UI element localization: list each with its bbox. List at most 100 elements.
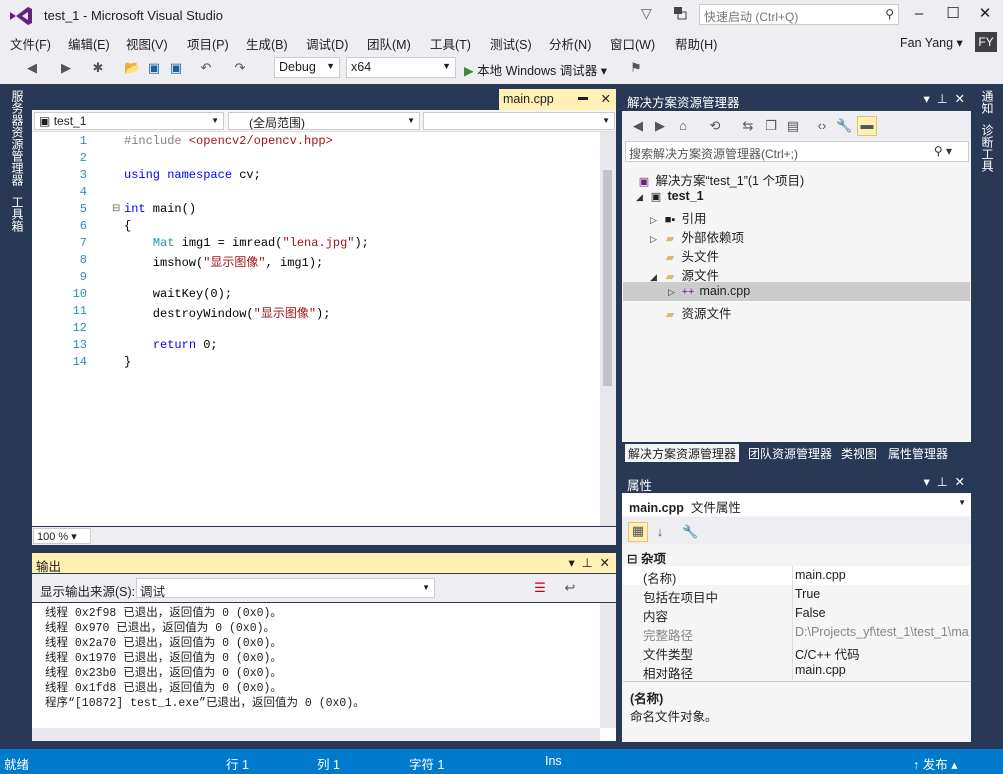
menu-analyze[interactable]: 分析(N)	[549, 34, 591, 53]
property-row[interactable]: (名称) main.cpp	[623, 566, 970, 586]
collapse-all-icon[interactable]: ❐	[763, 118, 779, 134]
tree-item-source-files[interactable]: ◢ ▰ 源文件	[650, 265, 719, 284]
menu-file[interactable]: 文件(F)	[10, 34, 51, 53]
start-debugging-button[interactable]: ▶ 本地 Windows 调试器 ▾	[464, 60, 607, 79]
save-icon[interactable]: ▣	[146, 60, 162, 76]
configuration-dropdown[interactable]: Debug ▼	[274, 57, 340, 78]
tab-team-explorer[interactable]: 团队资源管理器	[745, 444, 835, 462]
menu-view[interactable]: 视图(V)	[126, 34, 168, 53]
tab-solution-explorer[interactable]: 解决方案资源管理器	[625, 444, 740, 462]
minimize-button[interactable]: –	[904, 2, 934, 26]
platform-dropdown[interactable]: x64 ▼	[346, 57, 456, 78]
line-number: 11	[72, 304, 87, 318]
output-horizontal-scrollbar[interactable]	[32, 728, 600, 741]
tree-item-solution[interactable]: ▣ 解决方案“test_1”(1 个项目)	[636, 170, 804, 189]
back-icon[interactable]: ◀	[24, 60, 40, 76]
collapse-icon[interactable]: ⊟	[112, 203, 120, 214]
history-icon[interactable]: ⟲	[707, 118, 723, 134]
avatar[interactable]: FY	[975, 32, 997, 52]
code-editor[interactable]	[32, 132, 616, 526]
menu-test[interactable]: 测试(S)	[490, 34, 532, 53]
forward-icon[interactable]: ▶	[58, 60, 74, 76]
notifications-tab[interactable]: 通知	[979, 90, 996, 114]
clear-all-icon[interactable]: ☰	[532, 580, 548, 596]
back-icon[interactable]: ◀	[630, 118, 646, 134]
pin-icon[interactable]: ▬	[578, 92, 588, 103]
code-line: destroyWindow("显示图像");	[124, 307, 331, 321]
project-icon: ▣	[39, 114, 51, 128]
show-all-files-icon[interactable]: ▤	[785, 118, 801, 134]
tab-main-cpp[interactable]: main.cpp ▬ ✕	[499, 89, 616, 110]
new-project-icon[interactable]: ✱	[90, 60, 106, 76]
solution-search-input[interactable]: 搜索解决方案资源管理器(Ctrl+;) ⚲ ▾	[625, 141, 969, 162]
property-row[interactable]: 相对路径 main.cpp	[623, 661, 970, 681]
save-all-icon[interactable]: ▣	[168, 60, 184, 76]
menu-team[interactable]: 团队(M)	[367, 34, 411, 53]
property-row[interactable]: 包括在项目中 True	[623, 585, 970, 605]
property-row[interactable]: 内容 False	[623, 604, 970, 624]
preview-icon[interactable]: ▬	[857, 116, 877, 136]
output-window-controls[interactable]: ▾ ⊥ ✕	[568, 555, 610, 570]
toolbar-extra-icon[interactable]: ⚑	[628, 60, 644, 76]
menu-project[interactable]: 项目(P)	[187, 34, 229, 53]
platform-value: x64	[351, 60, 372, 74]
tree-item-main-cpp[interactable]: ▷ ++ main.cpp	[668, 284, 750, 298]
solution-explorer-window-controls[interactable]: ▾ ⊥ ✕	[923, 91, 965, 106]
output-source-dropdown[interactable]: 调试 ▼	[136, 578, 435, 599]
user-name[interactable]: Fan Yang ▾	[900, 35, 963, 50]
publish-button[interactable]: ↑ 发布 ▴	[913, 754, 958, 773]
toolbox-tab[interactable]: 工具箱	[9, 196, 26, 232]
scope-dropdown[interactable]: (全局范围) ▼	[228, 112, 420, 130]
output-vertical-scrollbar[interactable]	[600, 603, 616, 728]
tree-item-resource-files[interactable]: ▰ 资源文件	[662, 303, 732, 322]
feedback-icon[interactable]	[672, 5, 690, 23]
line-number: 3	[79, 168, 87, 182]
menu-edit[interactable]: 编辑(E)	[68, 34, 110, 53]
tree-item-header-files[interactable]: ▰ 头文件	[662, 246, 719, 265]
categorized-icon[interactable]: ▦	[628, 522, 648, 542]
menu-build[interactable]: 生成(B)	[246, 34, 288, 53]
window-title: test_1 - Microsoft Visual Studio	[44, 8, 223, 23]
project-dropdown[interactable]: ▣ test_1 ▼	[34, 112, 224, 130]
status-ready: 就绪	[4, 758, 30, 772]
line-number: 2	[79, 151, 87, 165]
tree-item-external-deps[interactable]: ▷ ▰ 外部依赖项	[650, 227, 744, 246]
property-pages-icon[interactable]: 🔧	[682, 524, 698, 540]
view-code-icon[interactable]: ‹›	[814, 118, 830, 134]
tree-item-references[interactable]: ▷ ■▪ 引用	[650, 208, 707, 227]
properties-object-selector[interactable]: main.cpp 文件属性 ▼	[622, 494, 971, 516]
property-value: False	[795, 606, 826, 620]
solution-icon: ▣	[638, 176, 650, 188]
menu-tools[interactable]: 工具(T)	[430, 34, 471, 53]
properties-icon[interactable]: 🔧	[836, 118, 852, 134]
close-button[interactable]: ✕	[970, 2, 1000, 26]
tab-class-view[interactable]: 类视图	[838, 444, 880, 462]
property-row[interactable]: 文件类型 C/C++ 代码	[623, 642, 970, 662]
member-dropdown[interactable]: ▼	[423, 112, 615, 130]
menu-help[interactable]: 帮助(H)	[675, 34, 717, 53]
menu-debug[interactable]: 调试(D)	[306, 34, 348, 53]
word-wrap-icon[interactable]: ↩	[562, 580, 578, 596]
editor-scroll-thumb[interactable]	[603, 170, 612, 386]
sync-icon[interactable]: ⇆	[740, 118, 756, 134]
tree-item-project[interactable]: ◢ ▣ test_1	[636, 189, 704, 203]
close-icon[interactable]: ✕	[601, 91, 611, 106]
home-icon[interactable]: ⌂	[675, 118, 691, 134]
property-row[interactable]: 完整路径 D:\Projects_yf\test_1\test_1\ma	[623, 623, 970, 643]
filter-icon[interactable]: ▽	[641, 5, 659, 23]
undo-icon[interactable]: ↶	[198, 60, 214, 76]
zoom-dropdown[interactable]: 100 % ▾	[33, 528, 91, 544]
maximize-button[interactable]: ☐	[938, 2, 968, 26]
diagnostic-tools-tab[interactable]: 诊断工具	[979, 124, 996, 172]
alphabetical-icon[interactable]: ↓	[652, 524, 668, 540]
properties-window-controls[interactable]: ▾ ⊥ ✕	[923, 474, 965, 489]
quick-launch-input[interactable]: 快速启动 (Ctrl+Q) ⚲	[699, 4, 899, 25]
menu-window[interactable]: 窗口(W)	[610, 34, 655, 53]
property-category[interactable]: ⊟ 杂项	[627, 548, 666, 567]
server-explorer-tab[interactable]: 服务器资源管理器	[9, 90, 26, 186]
tab-property-manager[interactable]: 属性管理器	[885, 444, 951, 462]
forward-icon[interactable]: ▶	[652, 118, 668, 134]
code-line: imshow("显示图像", img1);	[124, 256, 324, 270]
redo-icon[interactable]: ↷	[232, 60, 248, 76]
open-file-icon[interactable]: 📂	[124, 60, 140, 76]
